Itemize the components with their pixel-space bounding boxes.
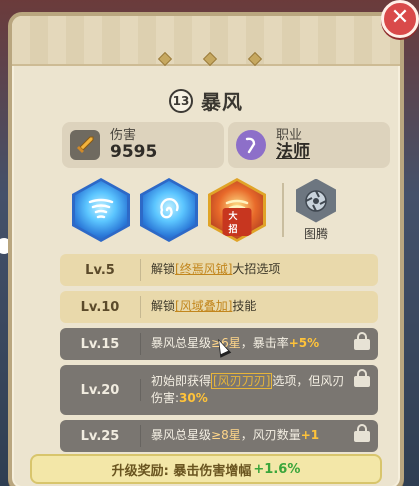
damage-value: 9595: [110, 141, 158, 162]
skill-detail-panel: 13 暴风 伤害 9595 职业 法师 大招 图腾 Lv.5 解锁[终焉风钺]大…: [8, 12, 404, 486]
reward-label: 升级奖励: 暴击伤害增幅: [111, 463, 252, 479]
vortex-icon[interactable]: [140, 178, 198, 242]
upgrade-level: Lv.10: [80, 299, 120, 315]
upgrade-reward-bar: 升级奖励: 暴击伤害增幅 +1.6%: [30, 454, 382, 484]
upgrade-row-lv10: Lv.10 解锁[风域叠加]技能: [60, 291, 378, 323]
upgrade-list: Lv.5 解锁[终焉风钺]大招选项 Lv.10 解锁[风域叠加]技能 Lv.15…: [60, 254, 378, 470]
tornado-icon[interactable]: [72, 178, 130, 242]
close-button[interactable]: ✕: [381, 0, 419, 38]
skill-icons-row: 大招 图腾: [72, 178, 336, 242]
ultimate-tornado-icon[interactable]: 大招: [208, 178, 266, 242]
reward-value: +1.6%: [253, 461, 301, 477]
totem-button[interactable]: 图腾: [296, 178, 336, 242]
upgrade-description: 暴风总星级≥6星，暴击率+5%: [151, 336, 320, 351]
upgrade-level: Lv.20: [80, 382, 120, 398]
upgrade-row-lv5: Lv.5 解锁[终焉风钺]大招选项: [60, 254, 378, 286]
skill-name: 暴风: [201, 90, 243, 114]
upgrade-row-lv25: Lv.25 暴风总星级≥8星，风刃数量+1: [60, 420, 378, 452]
mage-staff-icon: [236, 130, 266, 160]
header-ornament: [157, 51, 263, 67]
upgrade-description: 解锁[风域叠加]技能: [151, 299, 257, 314]
totem-sawblade-icon: [296, 178, 336, 223]
totem-label: 图腾: [303, 226, 328, 241]
lock-icon: [354, 369, 370, 387]
keyword-link[interactable]: [风刃刀刃]: [211, 372, 273, 389]
upgrade-row-lv20: Lv.20 初始即获得 [风刃刀刃] 选项，但风刃伤害:30%: [60, 365, 378, 415]
upgrade-level: Lv.5: [85, 262, 115, 278]
upgrade-level: Lv.25: [80, 428, 120, 444]
skill-level-badge: 13: [169, 88, 193, 113]
damage-stat-box: 伤害 9595: [62, 122, 224, 168]
sword-icon: [70, 130, 100, 160]
lock-icon: [354, 332, 370, 350]
keyword-link[interactable]: [风域叠加]: [175, 299, 232, 313]
upgrade-description: 初始即获得 [风刃刀刃] 选项，但风刃伤害:30%: [151, 372, 345, 405]
keyword-link[interactable]: [终焉风钺]: [175, 262, 232, 276]
class-stat-box[interactable]: 职业 法师: [228, 122, 390, 168]
lock-icon: [354, 424, 370, 442]
class-label: 职业: [276, 127, 303, 143]
upgrade-description: 解锁[终焉风钺]大招选项: [151, 262, 281, 277]
ultimate-tag: 大招: [222, 208, 252, 236]
upgrade-description: 暴风总星级≥8星，风刃数量+1: [151, 428, 320, 443]
upgrade-level: Lv.15: [80, 336, 120, 352]
damage-label: 伤害: [110, 127, 137, 143]
skills-divider: [282, 183, 284, 237]
class-value-link[interactable]: 法师: [276, 143, 310, 162]
skill-title-row: 13 暴风: [12, 86, 400, 115]
